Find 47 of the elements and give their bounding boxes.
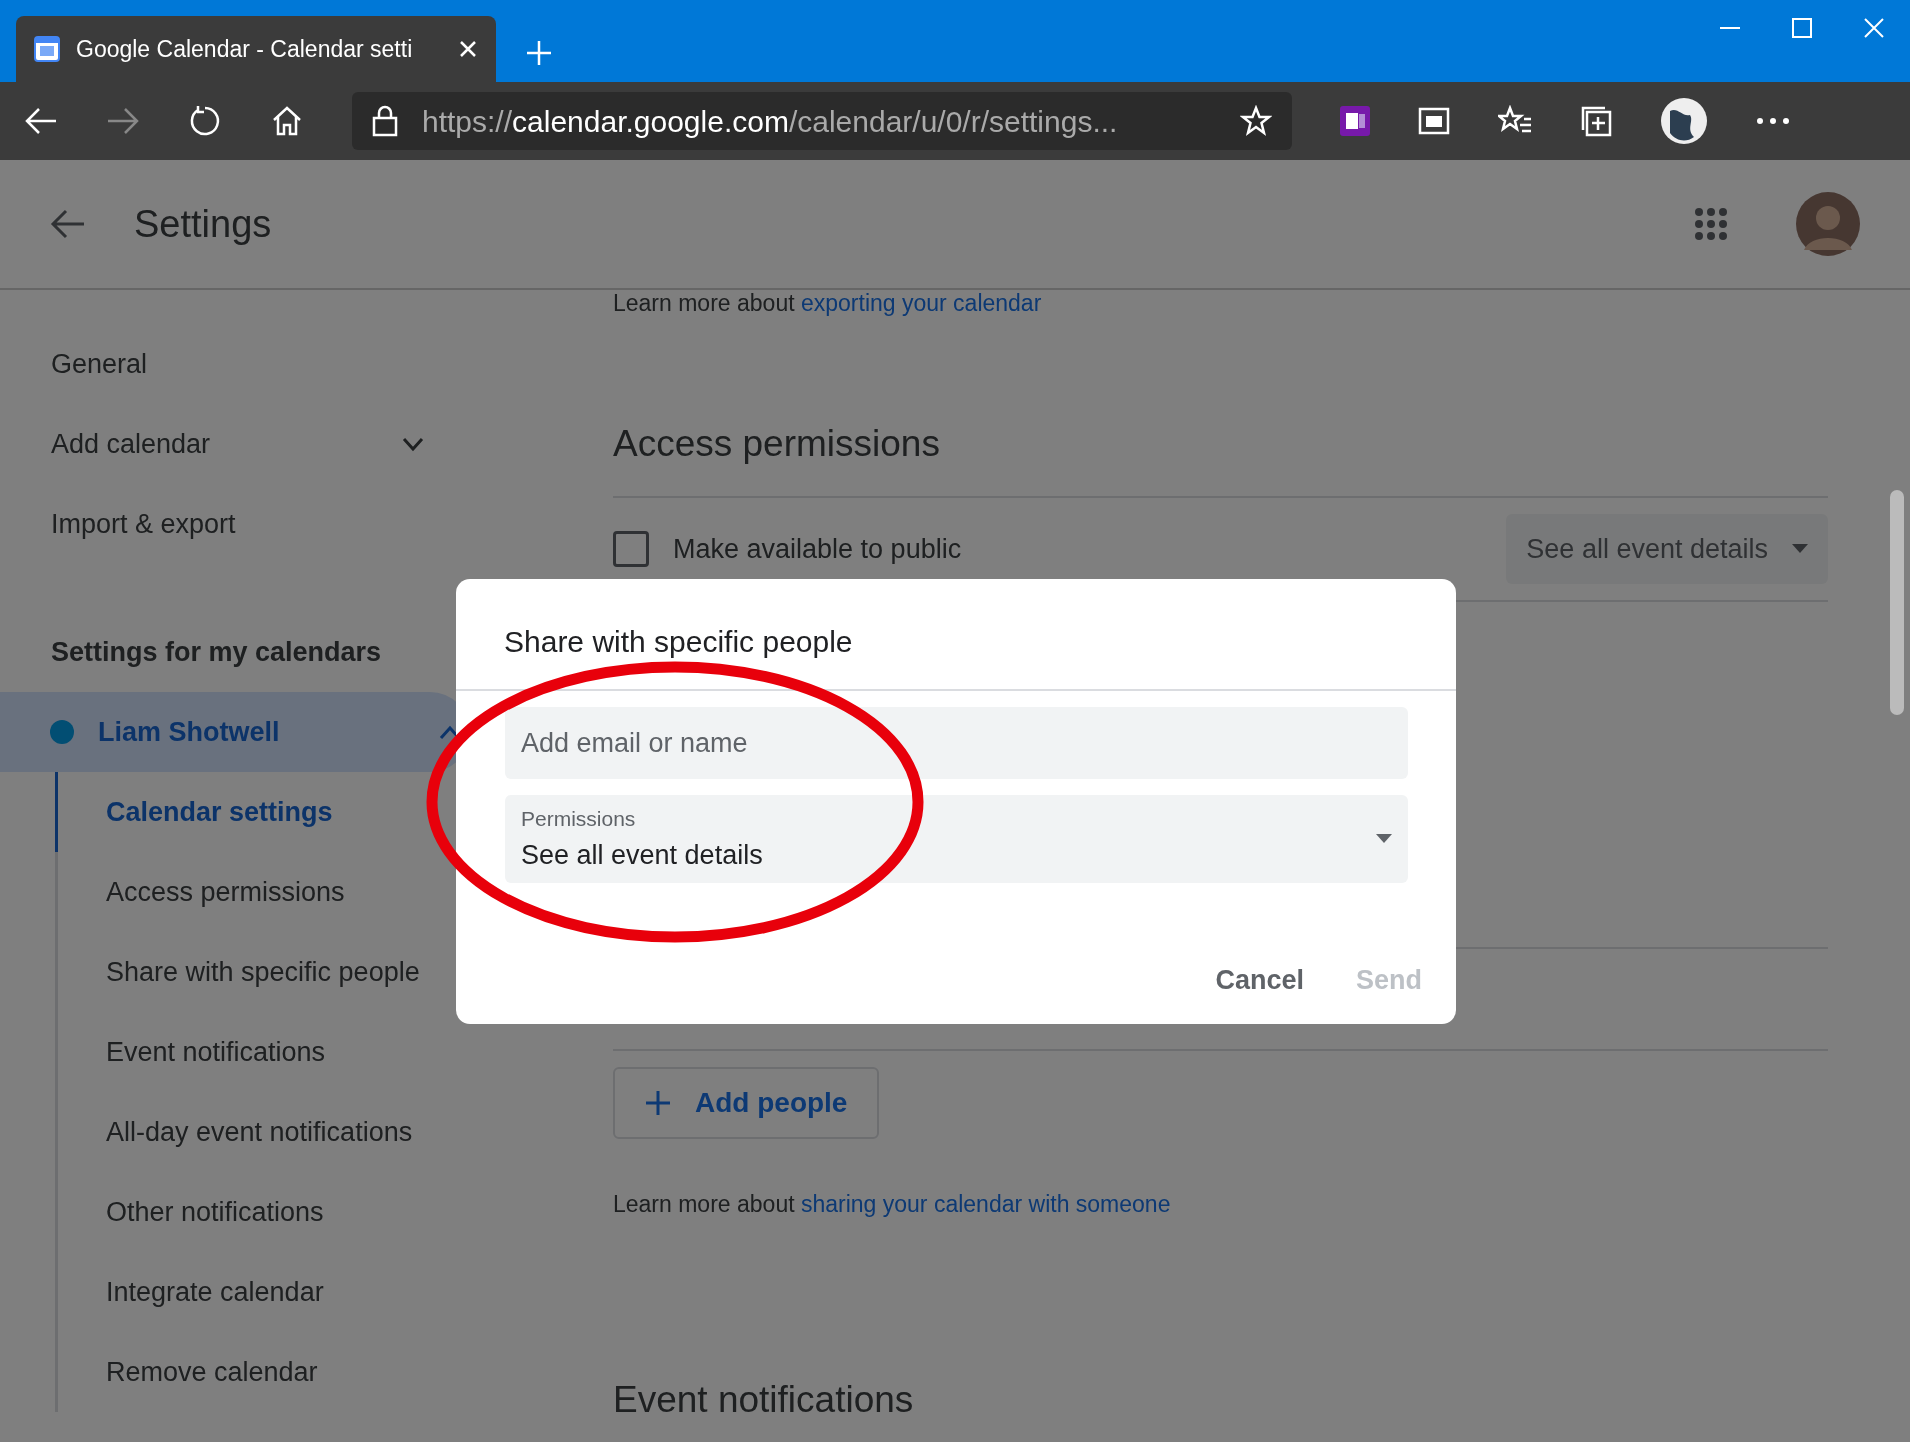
sidebar-item[interactable]: Add calendar	[0, 404, 470, 484]
link[interactable]: exporting your calendar	[800, 290, 1042, 316]
help-text: Learn more about exporting your calendar	[613, 289, 1043, 318]
close-icon[interactable]	[458, 39, 478, 59]
sidebar-item[interactable]: Import & export	[0, 484, 470, 564]
page-title: Settings	[134, 201, 273, 247]
forward-arrow-icon[interactable]	[106, 106, 140, 136]
field-value: See all event details	[521, 838, 764, 872]
sidebar-subitem[interactable]: All-day event notifications	[55, 1092, 470, 1172]
checkbox[interactable]	[613, 531, 649, 567]
plus-icon	[645, 1090, 671, 1116]
user-avatar-icon[interactable]	[1796, 192, 1860, 256]
section-heading: Event notifications	[613, 1377, 915, 1422]
caret-icon	[1376, 834, 1392, 844]
sidebar-item[interactable]: General	[0, 324, 470, 404]
permissions-dropdown[interactable]: Permissions See all event details	[505, 795, 1408, 883]
help-text: Learn more about sharing your calendar with someone	[613, 1190, 1172, 1219]
chevron-icon	[401, 436, 425, 452]
sidebar-subitem[interactable]: Integrate calendar	[55, 1252, 470, 1332]
permission-dropdown[interactable]: See all event details	[1506, 514, 1828, 584]
section-heading: Access permissions	[613, 421, 941, 466]
add-people-button[interactable]: Add people	[613, 1067, 880, 1139]
checkbox-label: Make available to public	[673, 532, 963, 566]
apps-grid-icon[interactable]	[1694, 207, 1728, 241]
sidebar-subitem[interactable]: Remove calendar	[55, 1332, 470, 1412]
browser-tab[interactable]: Google Calendar - Calendar setti	[16, 16, 496, 82]
dialog-button[interactable]: Cancel	[1197, 951, 1322, 1008]
scrollbar-thumb[interactable]	[1890, 490, 1904, 715]
field-label: Permissions	[521, 806, 637, 832]
plus-icon[interactable]	[524, 38, 554, 68]
profile-avatar-icon[interactable]	[1660, 97, 1708, 145]
star-icon[interactable]	[1240, 105, 1272, 137]
section-heading: Settings for my calendars	[50, 635, 383, 669]
caret-icon	[1792, 544, 1808, 554]
calendar-icon	[34, 36, 60, 62]
sidebar-subitem[interactable]: Other notifications	[55, 1172, 470, 1252]
link[interactable]: sharing your calendar with someone	[800, 1191, 1171, 1217]
lock-icon	[372, 105, 398, 137]
note-app-icon[interactable]	[1340, 106, 1370, 136]
more-icon[interactable]	[1756, 117, 1790, 125]
collections-icon[interactable]	[1580, 105, 1612, 137]
window-icon[interactable]	[1418, 107, 1450, 135]
tab-title: Google Calendar - Calendar setti	[76, 34, 414, 64]
dialog-title: Share with specific people	[456, 579, 1456, 691]
reload-icon[interactable]	[188, 104, 222, 138]
maximize-icon[interactable]	[1790, 16, 1814, 40]
email-input-field[interactable]: Add email or name	[505, 707, 1408, 779]
